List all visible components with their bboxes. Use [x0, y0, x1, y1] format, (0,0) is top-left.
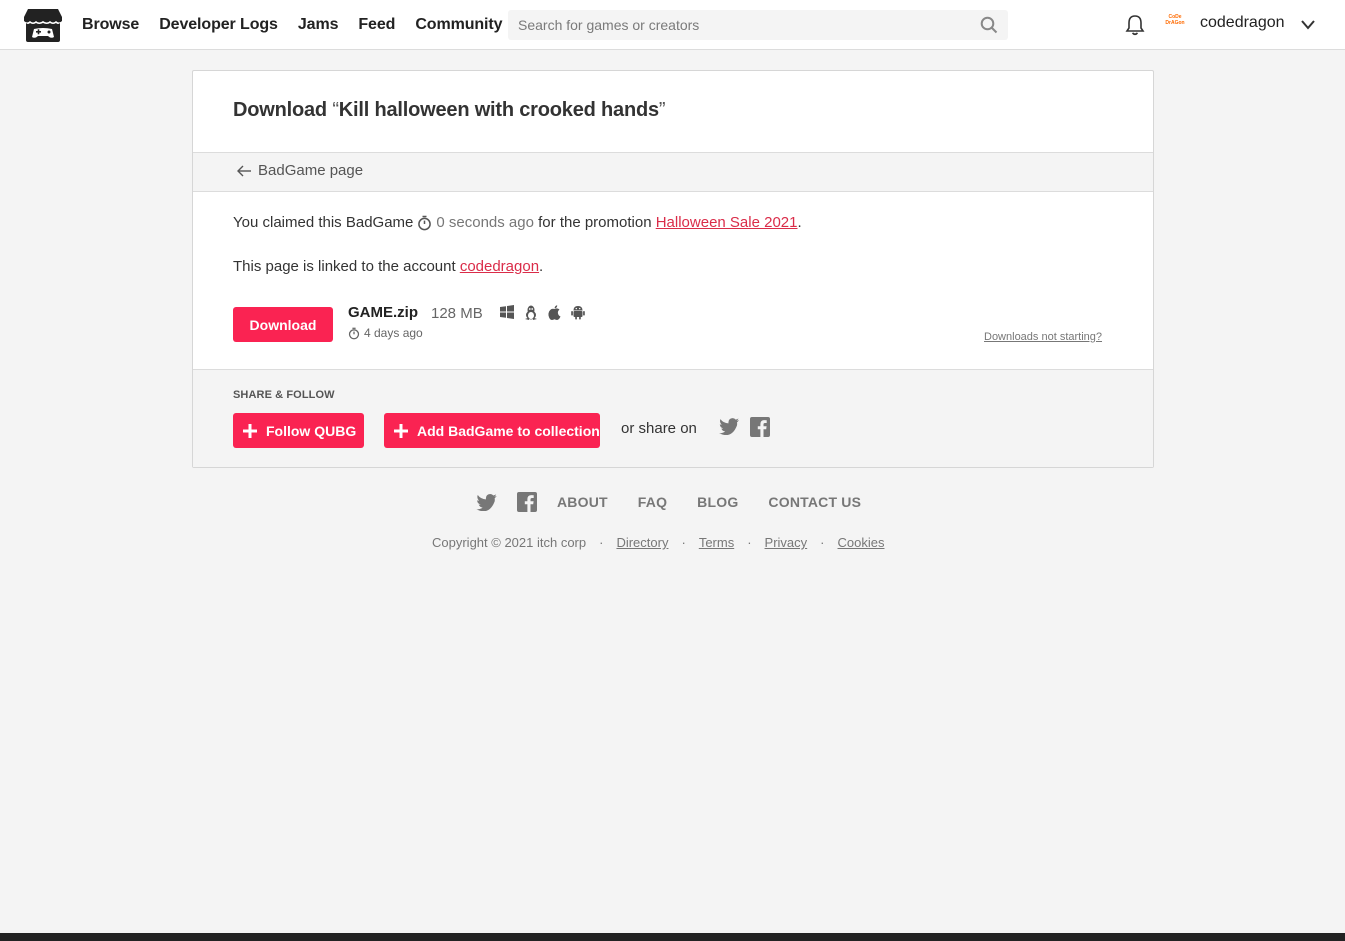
footer-cookies-link[interactable]: Cookies — [838, 535, 885, 550]
stopwatch-icon — [348, 327, 360, 339]
linux-icon — [525, 305, 537, 320]
twitter-icon[interactable] — [476, 493, 497, 511]
nav-feed[interactable]: Feed — [358, 16, 395, 34]
footer-legal: Copyright © 2021 itch corp · Directory ·… — [432, 535, 885, 550]
footer-faq-link[interactable]: FAQ — [638, 494, 667, 510]
account-link[interactable]: codedragon — [460, 258, 539, 275]
nav-browse[interactable]: Browse — [82, 16, 139, 34]
linked-account-message: This page is linked to the account coded… — [233, 258, 544, 275]
footer-privacy-link[interactable]: Privacy — [765, 535, 808, 550]
main-nav: Browse Developer Logs Jams Feed Communit… — [82, 0, 522, 50]
facebook-icon[interactable] — [517, 492, 537, 512]
arrow-left-icon — [237, 165, 251, 176]
plus-icon — [394, 423, 408, 438]
game-title: Kill halloween with crooked hands — [338, 99, 659, 121]
notification-bell-icon[interactable] — [1125, 14, 1145, 36]
bottom-strip — [0, 933, 1345, 941]
username[interactable]: codedragon — [1200, 14, 1285, 32]
download-card: Download “Kill halloween with crooked ha… — [192, 70, 1154, 468]
share-heading: SHARE & FOLLOW — [233, 389, 335, 401]
search-icon[interactable] — [980, 16, 998, 34]
chevron-down-icon[interactable] — [1300, 17, 1316, 33]
file-upload-date: 4 days ago — [348, 326, 423, 340]
downloads-not-starting-link[interactable]: Downloads not starting? — [984, 331, 1102, 343]
follow-button[interactable]: Follow QUBG — [233, 413, 364, 448]
stopwatch-icon — [418, 215, 432, 230]
footer-blog-link[interactable]: BLOG — [697, 494, 738, 510]
platform-icons — [500, 305, 595, 320]
add-to-collection-button[interactable]: Add BadGame to collection — [384, 413, 600, 448]
itch-logo-icon[interactable] — [23, 7, 63, 43]
plus-icon — [243, 423, 257, 438]
footer-contact-link[interactable]: CONTACT US — [768, 494, 861, 510]
share-label: or share on — [621, 420, 697, 437]
download-button[interactable]: Download — [233, 307, 333, 342]
nav-developer-logs[interactable]: Developer Logs — [159, 16, 278, 34]
nav-community[interactable]: Community — [415, 16, 502, 34]
search-box — [508, 10, 1008, 40]
footer-directory-link[interactable]: Directory — [616, 535, 668, 550]
copyright: Copyright © 2021 itch corp — [432, 535, 587, 550]
footer-terms-link[interactable]: Terms — [699, 535, 734, 550]
search-input[interactable] — [508, 10, 968, 40]
back-bar: BadGame page — [193, 152, 1153, 192]
file-name: GAME.zip — [348, 304, 418, 321]
nav-jams[interactable]: Jams — [298, 16, 339, 34]
share-follow-section: SHARE & FOLLOW Follow QUBG Add BadGame t… — [193, 369, 1153, 467]
android-icon — [571, 306, 585, 320]
apple-icon — [548, 305, 561, 320]
top-header: Browse Developer Logs Jams Feed Communit… — [0, 0, 1345, 50]
promotion-link[interactable]: Halloween Sale 2021 — [656, 214, 798, 231]
page-title: Download “Kill halloween with crooked ha… — [233, 99, 666, 121]
footer-about-link[interactable]: ABOUT — [557, 494, 608, 510]
avatar[interactable]: CoDe DrAGon — [1162, 14, 1188, 34]
twitter-icon[interactable] — [719, 418, 739, 435]
facebook-icon[interactable] — [750, 417, 770, 437]
footer-links: ABOUT FAQ BLOG CONTACT US — [476, 492, 891, 512]
claim-message: You claimed this BadGame 0 seconds ago f… — [233, 214, 802, 231]
windows-icon — [500, 305, 514, 319]
file-size: 128 MB — [431, 305, 483, 322]
back-to-game-link[interactable]: BadGame page — [237, 162, 363, 179]
